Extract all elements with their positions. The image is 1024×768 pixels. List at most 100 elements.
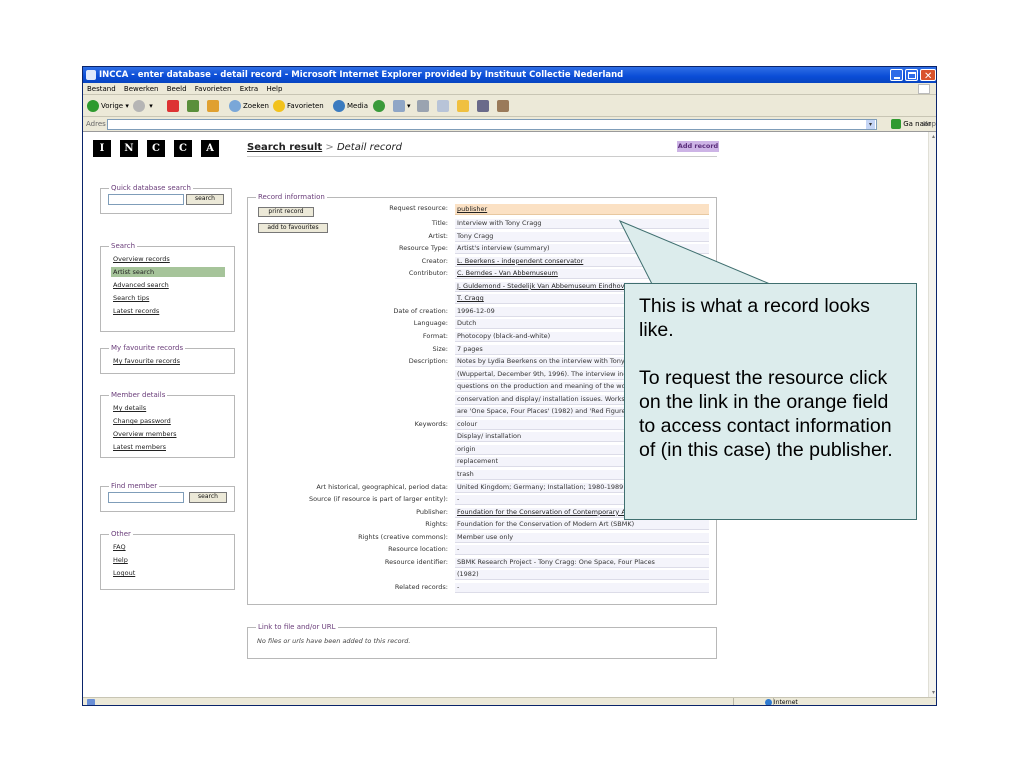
stop-button[interactable] [167, 99, 181, 113]
quick-search-button[interactable]: search [186, 194, 224, 205]
field-value: Interview with Tony Cragg [455, 219, 709, 229]
page-status-icon [87, 699, 95, 705]
print-button[interactable] [417, 99, 431, 113]
add-record-button[interactable]: Add record [677, 141, 719, 152]
go-arrow-icon [891, 119, 901, 129]
field-label: Size: [432, 344, 448, 353]
vertical-scrollbar[interactable]: ▴ ▾ [928, 132, 936, 697]
home-button[interactable] [207, 99, 221, 113]
page-title: Detail record [336, 142, 402, 153]
field-value: Foundation for the Conservation of Moder… [455, 520, 709, 531]
links-button[interactable]: Koppelingen » [923, 117, 936, 132]
field-label: Publisher: [416, 507, 448, 516]
nav-search-tips[interactable]: Search tips [113, 293, 149, 303]
menu-bewerken[interactable]: Bewerken [124, 85, 159, 93]
field-label: Title: [431, 219, 448, 227]
field-label: Rights (creative commons): [358, 532, 448, 541]
callout-text-2: To request the resource click on the lin… [639, 367, 893, 461]
mail-button[interactable]: ▾ [393, 99, 411, 113]
edit-button[interactable] [437, 99, 451, 113]
favorites-button[interactable]: Favorieten [273, 99, 324, 113]
field-value: Artist's interview (summary) [455, 244, 709, 255]
divider [247, 156, 717, 157]
title-bar: INCCA - enter database - detail record -… [83, 67, 936, 83]
address-label: Adres [86, 120, 106, 128]
find-member-button[interactable]: search [189, 492, 227, 503]
find-member-input[interactable] [108, 492, 184, 503]
forward-arrow-icon [133, 100, 145, 112]
folder-button[interactable] [457, 99, 471, 113]
messenger-button[interactable] [497, 99, 511, 113]
refresh-button[interactable] [187, 99, 201, 113]
menu-extra[interactable]: Extra [240, 85, 258, 93]
breadcrumb: Search result > Detail record [247, 142, 402, 153]
minimize-button[interactable] [890, 69, 903, 81]
request-resource-link[interactable]: publisher [457, 205, 487, 213]
nav-logout[interactable]: Logout [113, 568, 135, 578]
nav-overview-records[interactable]: Overview records [113, 254, 170, 264]
request-resource-label: Request resource: [389, 204, 448, 212]
discuss-button[interactable] [477, 99, 491, 113]
stop-icon [167, 100, 179, 112]
nav-overview-members[interactable]: Overview members [113, 429, 177, 439]
field-value: Member use only [455, 532, 709, 543]
field-label: Artist: [428, 231, 448, 240]
media-button[interactable]: Media [333, 99, 368, 113]
field-label: Source (if resource is part of larger en… [308, 495, 448, 504]
nav-faq[interactable]: FAQ [113, 542, 126, 552]
no-files-message: No files or urls have been added to this… [257, 637, 411, 645]
breadcrumb-search-result-link[interactable]: Search result [247, 142, 322, 153]
forward-button[interactable]: ▾ [133, 99, 153, 113]
history-icon [373, 100, 385, 112]
media-icon [333, 100, 345, 112]
field-label: Art historical, geographical, period dat… [316, 482, 448, 491]
field-label: Resource identifier: [384, 557, 448, 566]
printer-icon [417, 100, 429, 112]
nav-my-details[interactable]: My details [113, 403, 146, 413]
menu-beeld[interactable]: Beeld [167, 85, 187, 93]
field-label: Date of creation: [393, 306, 448, 315]
nav-advanced-search[interactable]: Advanced search [113, 280, 169, 290]
nav-latest-members[interactable]: Latest members [113, 442, 166, 452]
discuss-icon [477, 100, 489, 112]
quick-search-input[interactable] [108, 194, 184, 205]
field-value: SBMK Research Project - Tony Cragg: One … [455, 557, 709, 568]
field-label: Contributor: [408, 269, 448, 278]
menu-favorieten[interactable]: Favorieten [195, 85, 232, 93]
window-title: INCCA - enter database - detail record -… [99, 70, 624, 80]
nav-change-password[interactable]: Change password [113, 416, 171, 426]
nav-my-favourite-records[interactable]: My favourite records [113, 356, 180, 366]
find-member-box: Find member search [100, 482, 235, 512]
status-bar: Internet [83, 697, 936, 705]
folder-icon [457, 100, 469, 112]
field-label: Resource Type: [399, 244, 448, 253]
field-value-link[interactable]: C. Berndes - Van Abbemuseum [455, 269, 709, 280]
nav-artist-search[interactable]: Artist search [111, 267, 225, 277]
close-button[interactable]: ✕ [920, 69, 936, 82]
mail-icon [393, 100, 405, 112]
field-value-link[interactable]: L. Beerkens - independent conservator [455, 256, 709, 267]
messenger-icon [497, 100, 509, 112]
nav-help[interactable]: Help [113, 555, 128, 565]
dropdown-arrow-icon[interactable]: ▾ [866, 120, 875, 129]
toolbar: Vorige ▾ ▾ Zoeken Favorieten Media ▾ [83, 95, 936, 117]
nav-latest-records[interactable]: Latest records [113, 306, 159, 316]
callout-text-1: This is what a record looks like. [639, 295, 870, 341]
menu-help[interactable]: Help [266, 85, 282, 93]
address-bar: Adres ▾ Ga naar Koppelingen » [83, 117, 936, 132]
home-icon [207, 100, 219, 112]
scroll-up-icon[interactable]: ▴ [930, 133, 936, 140]
edit-icon [437, 100, 449, 112]
back-button[interactable]: Vorige ▾ [87, 99, 129, 113]
field-label: Creator: [421, 256, 448, 265]
search-button[interactable]: Zoeken [229, 99, 269, 113]
menu-bestand[interactable]: Bestand [87, 85, 116, 93]
windows-logo-icon [918, 84, 930, 94]
history-button[interactable] [373, 99, 387, 113]
maximize-button[interactable] [905, 69, 918, 81]
scroll-down-icon[interactable]: ▾ [930, 689, 936, 696]
menu-bar: Bestand Bewerken Beeld Favorieten Extra … [83, 83, 936, 95]
field-label: Related records: [394, 582, 448, 591]
globe-icon [765, 699, 772, 705]
address-input[interactable]: ▾ [107, 119, 877, 130]
